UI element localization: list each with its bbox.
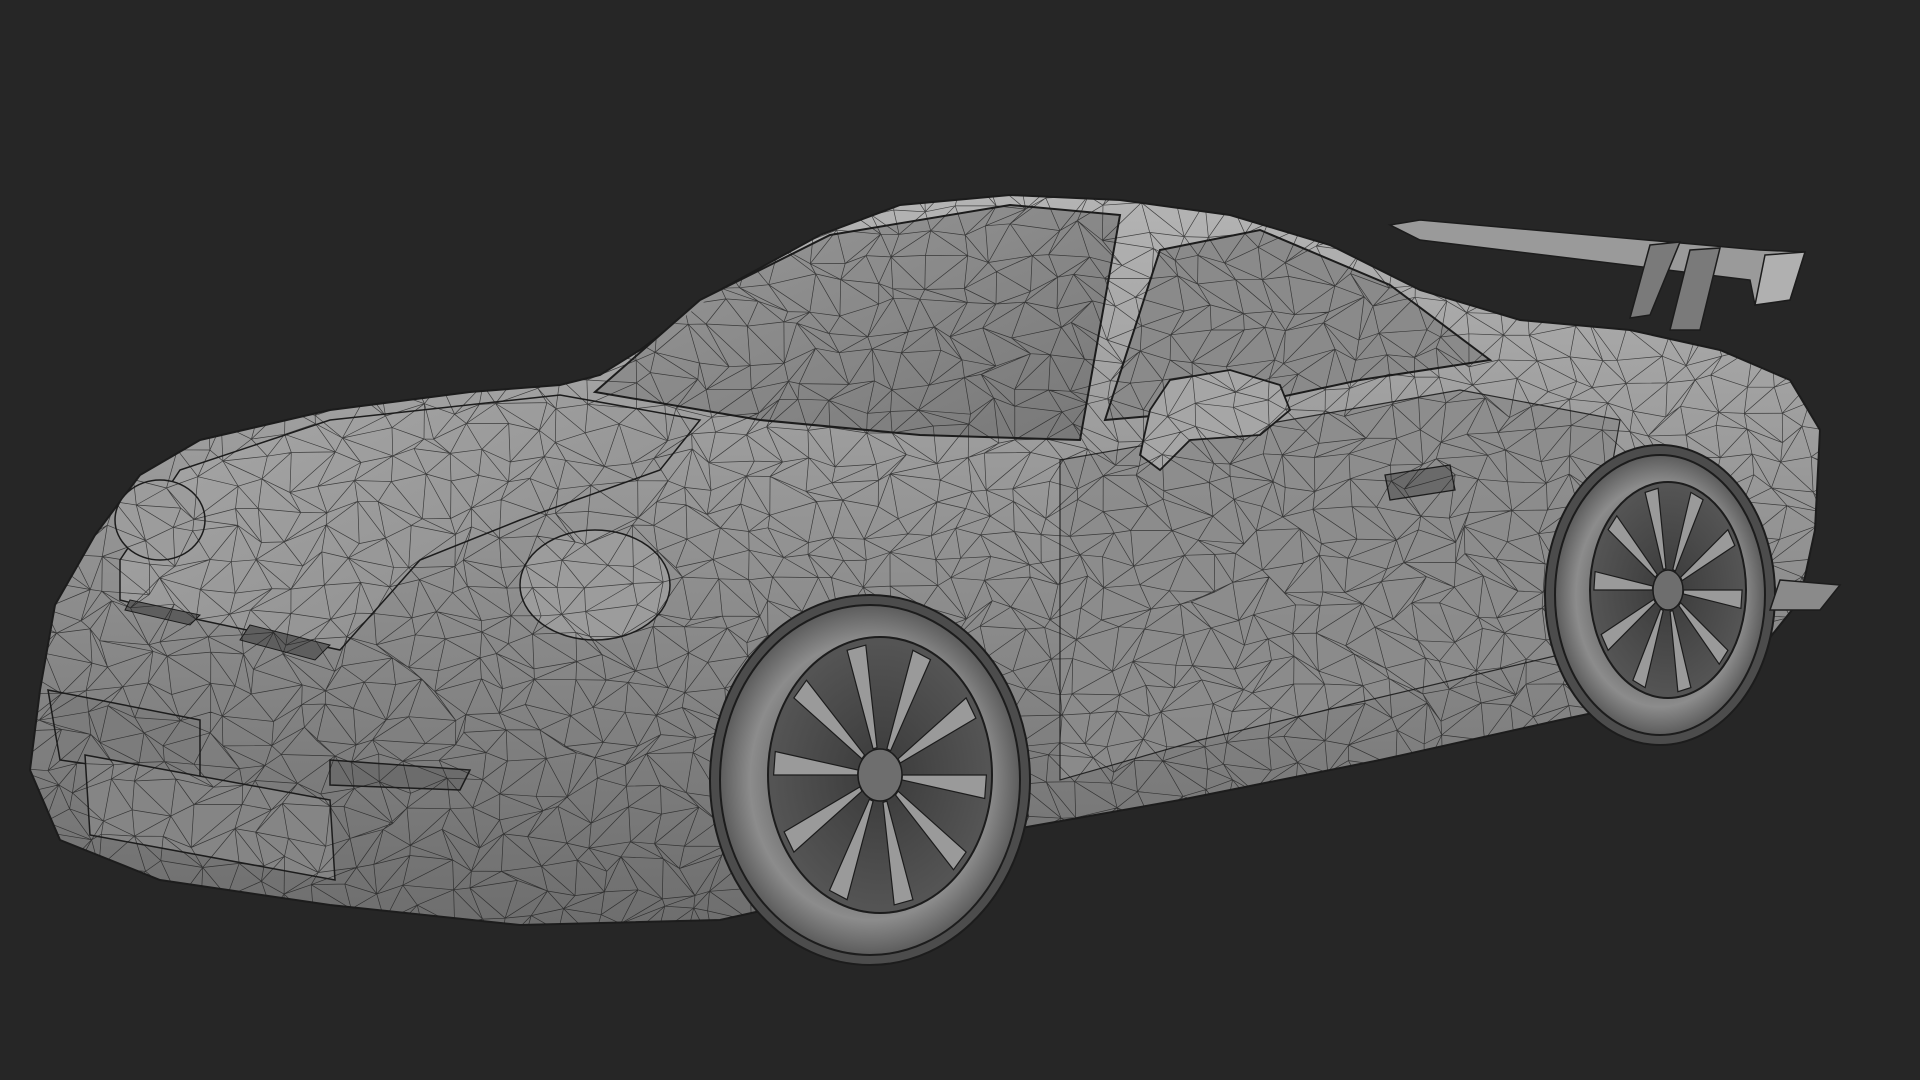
3d-viewport[interactable] (0, 0, 1920, 1080)
headlight (519, 529, 671, 641)
car-wireframe-render (28, 193, 1842, 966)
front-wheel (719, 604, 1021, 956)
windshield (592, 203, 1122, 442)
rear-wheel (1554, 454, 1766, 736)
